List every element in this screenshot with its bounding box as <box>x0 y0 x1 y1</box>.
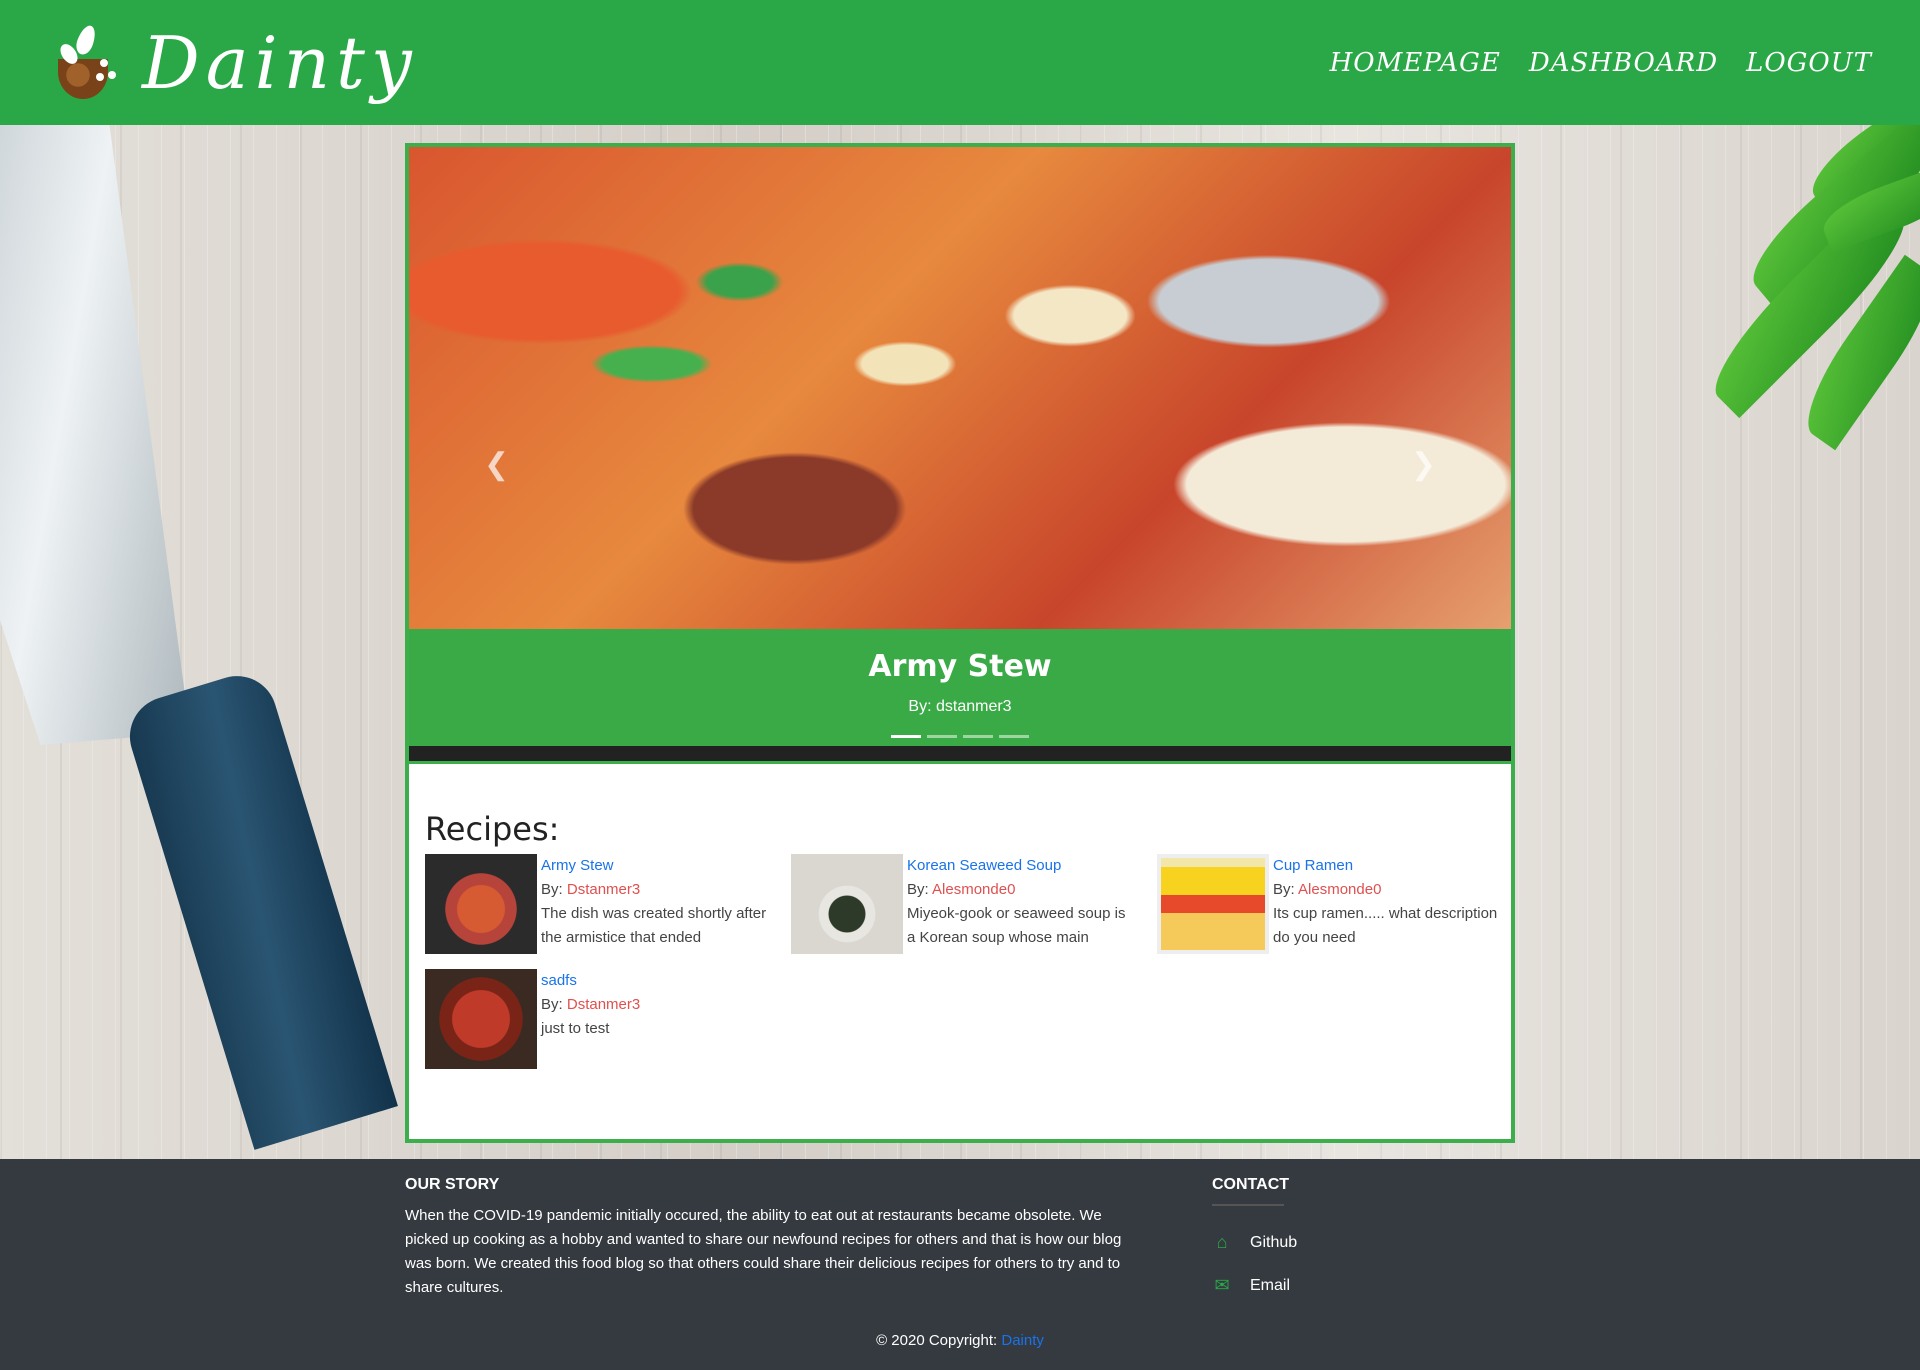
indicator-2[interactable] <box>927 735 957 738</box>
nav-dashboard[interactable]: DASHBOARD <box>1529 48 1718 78</box>
recipe-author-link[interactable]: Alesmonde0 <box>932 881 1015 898</box>
recipe-thumbnail[interactable] <box>1157 854 1269 954</box>
copyright-link[interactable]: Dainty <box>1001 1332 1044 1349</box>
contact-github[interactable]: ⌂ Github <box>1212 1232 1298 1253</box>
recipe-title-link[interactable]: sadfs <box>541 969 771 993</box>
copyright: © 2020 Copyright: Dainty <box>0 1332 1920 1349</box>
main-nav: HOMEPAGE DASHBOARD LOGOUT <box>1330 48 1872 78</box>
recipe-author-link[interactable]: Dstanmer3 <box>567 881 640 898</box>
recipe-thumbnail[interactable] <box>791 854 903 954</box>
recipe-thumbnail[interactable] <box>425 854 537 954</box>
contact-heading: CONTACT <box>1212 1176 1289 1206</box>
indicator-1[interactable] <box>891 735 921 738</box>
chevron-left-icon[interactable]: ❮ <box>484 447 509 482</box>
recipes-grid: Army Stew By: Dstanmer3 The dish was cre… <box>425 854 1497 1070</box>
indicator-3[interactable] <box>963 735 993 738</box>
our-story-section: OUR STORY When the COVID-19 pandemic ini… <box>405 1176 1135 1300</box>
featured-carousel: ❮ ❯ Army Stew By: dstanmer3 <box>405 143 1515 765</box>
recipe-author-link[interactable]: Dstanmer3 <box>567 996 640 1013</box>
story-heading: OUR STORY <box>405 1176 500 1193</box>
indicator-4[interactable] <box>999 735 1029 738</box>
by-label: By: <box>541 996 563 1013</box>
carousel-indicators <box>409 735 1511 738</box>
logo-icon <box>56 22 118 101</box>
brand-name: Dainty <box>142 20 418 105</box>
recipe-description: Miyeok-gook or seaweed soup is a Korean … <box>907 905 1126 946</box>
chevron-right-icon[interactable]: ❯ <box>1411 447 1436 482</box>
recipe-card: Cup Ramen By: Alesmonde0 Its cup ramen..… <box>1157 854 1497 955</box>
site-header: Dainty HOMEPAGE DASHBOARD LOGOUT <box>0 0 1920 125</box>
recipes-panel: Recipes: Army Stew By: Dstanmer3 The dis… <box>405 761 1515 1143</box>
recipe-title-link[interactable]: Army Stew <box>541 854 771 878</box>
leaves-decoration <box>1620 83 1920 485</box>
recipe-thumbnail[interactable] <box>425 969 537 1069</box>
nav-logout[interactable]: LOGOUT <box>1746 48 1872 78</box>
by-label: By: <box>541 881 563 898</box>
site-footer: OUR STORY When the COVID-19 pandemic ini… <box>0 1159 1920 1370</box>
recipe-title-link[interactable]: Korean Seaweed Soup <box>907 854 1137 878</box>
by-label: By: <box>907 881 929 898</box>
contact-email-label: Email <box>1250 1276 1291 1294</box>
recipe-description: Its cup ramen..... what description do y… <box>1273 905 1498 946</box>
brand[interactable]: Dainty <box>56 21 418 105</box>
slide-image[interactable] <box>409 147 1511 629</box>
contact-email[interactable]: ✉ Email <box>1212 1275 1297 1296</box>
recipe-card: Korean Seaweed Soup By: Alesmonde0 Miyeo… <box>791 854 1157 955</box>
contact-github-label: Github <box>1250 1233 1298 1251</box>
story-text: When the COVID-19 pandemic initially occ… <box>405 1207 1122 1296</box>
recipe-description: just to test <box>541 1020 610 1037</box>
home-icon: ⌂ <box>1216 1232 1228 1252</box>
copyright-text: © 2020 Copyright: <box>876 1332 998 1349</box>
slide-title: Army Stew <box>868 649 1052 684</box>
slide-caption: Army Stew By: dstanmer3 <box>409 629 1511 746</box>
slide-byline: By: dstanmer3 <box>908 698 1012 715</box>
envelope-icon: ✉ <box>1214 1275 1230 1295</box>
recipe-description: The dish was created shortly after the a… <box>541 905 767 946</box>
nav-homepage[interactable]: HOMEPAGE <box>1330 48 1501 78</box>
recipe-author-link[interactable]: Alesmonde0 <box>1298 881 1381 898</box>
recipe-title-link[interactable]: Cup Ramen <box>1273 854 1503 878</box>
recipes-heading: Recipes: <box>425 810 560 848</box>
by-label: By: <box>1273 881 1295 898</box>
recipe-card: Army Stew By: Dstanmer3 The dish was cre… <box>425 854 791 955</box>
contact-section: CONTACT ⌂ Github ✉ Email <box>1212 1176 1297 1296</box>
recipe-card: sadfs By: Dstanmer3 just to test <box>425 969 791 1070</box>
